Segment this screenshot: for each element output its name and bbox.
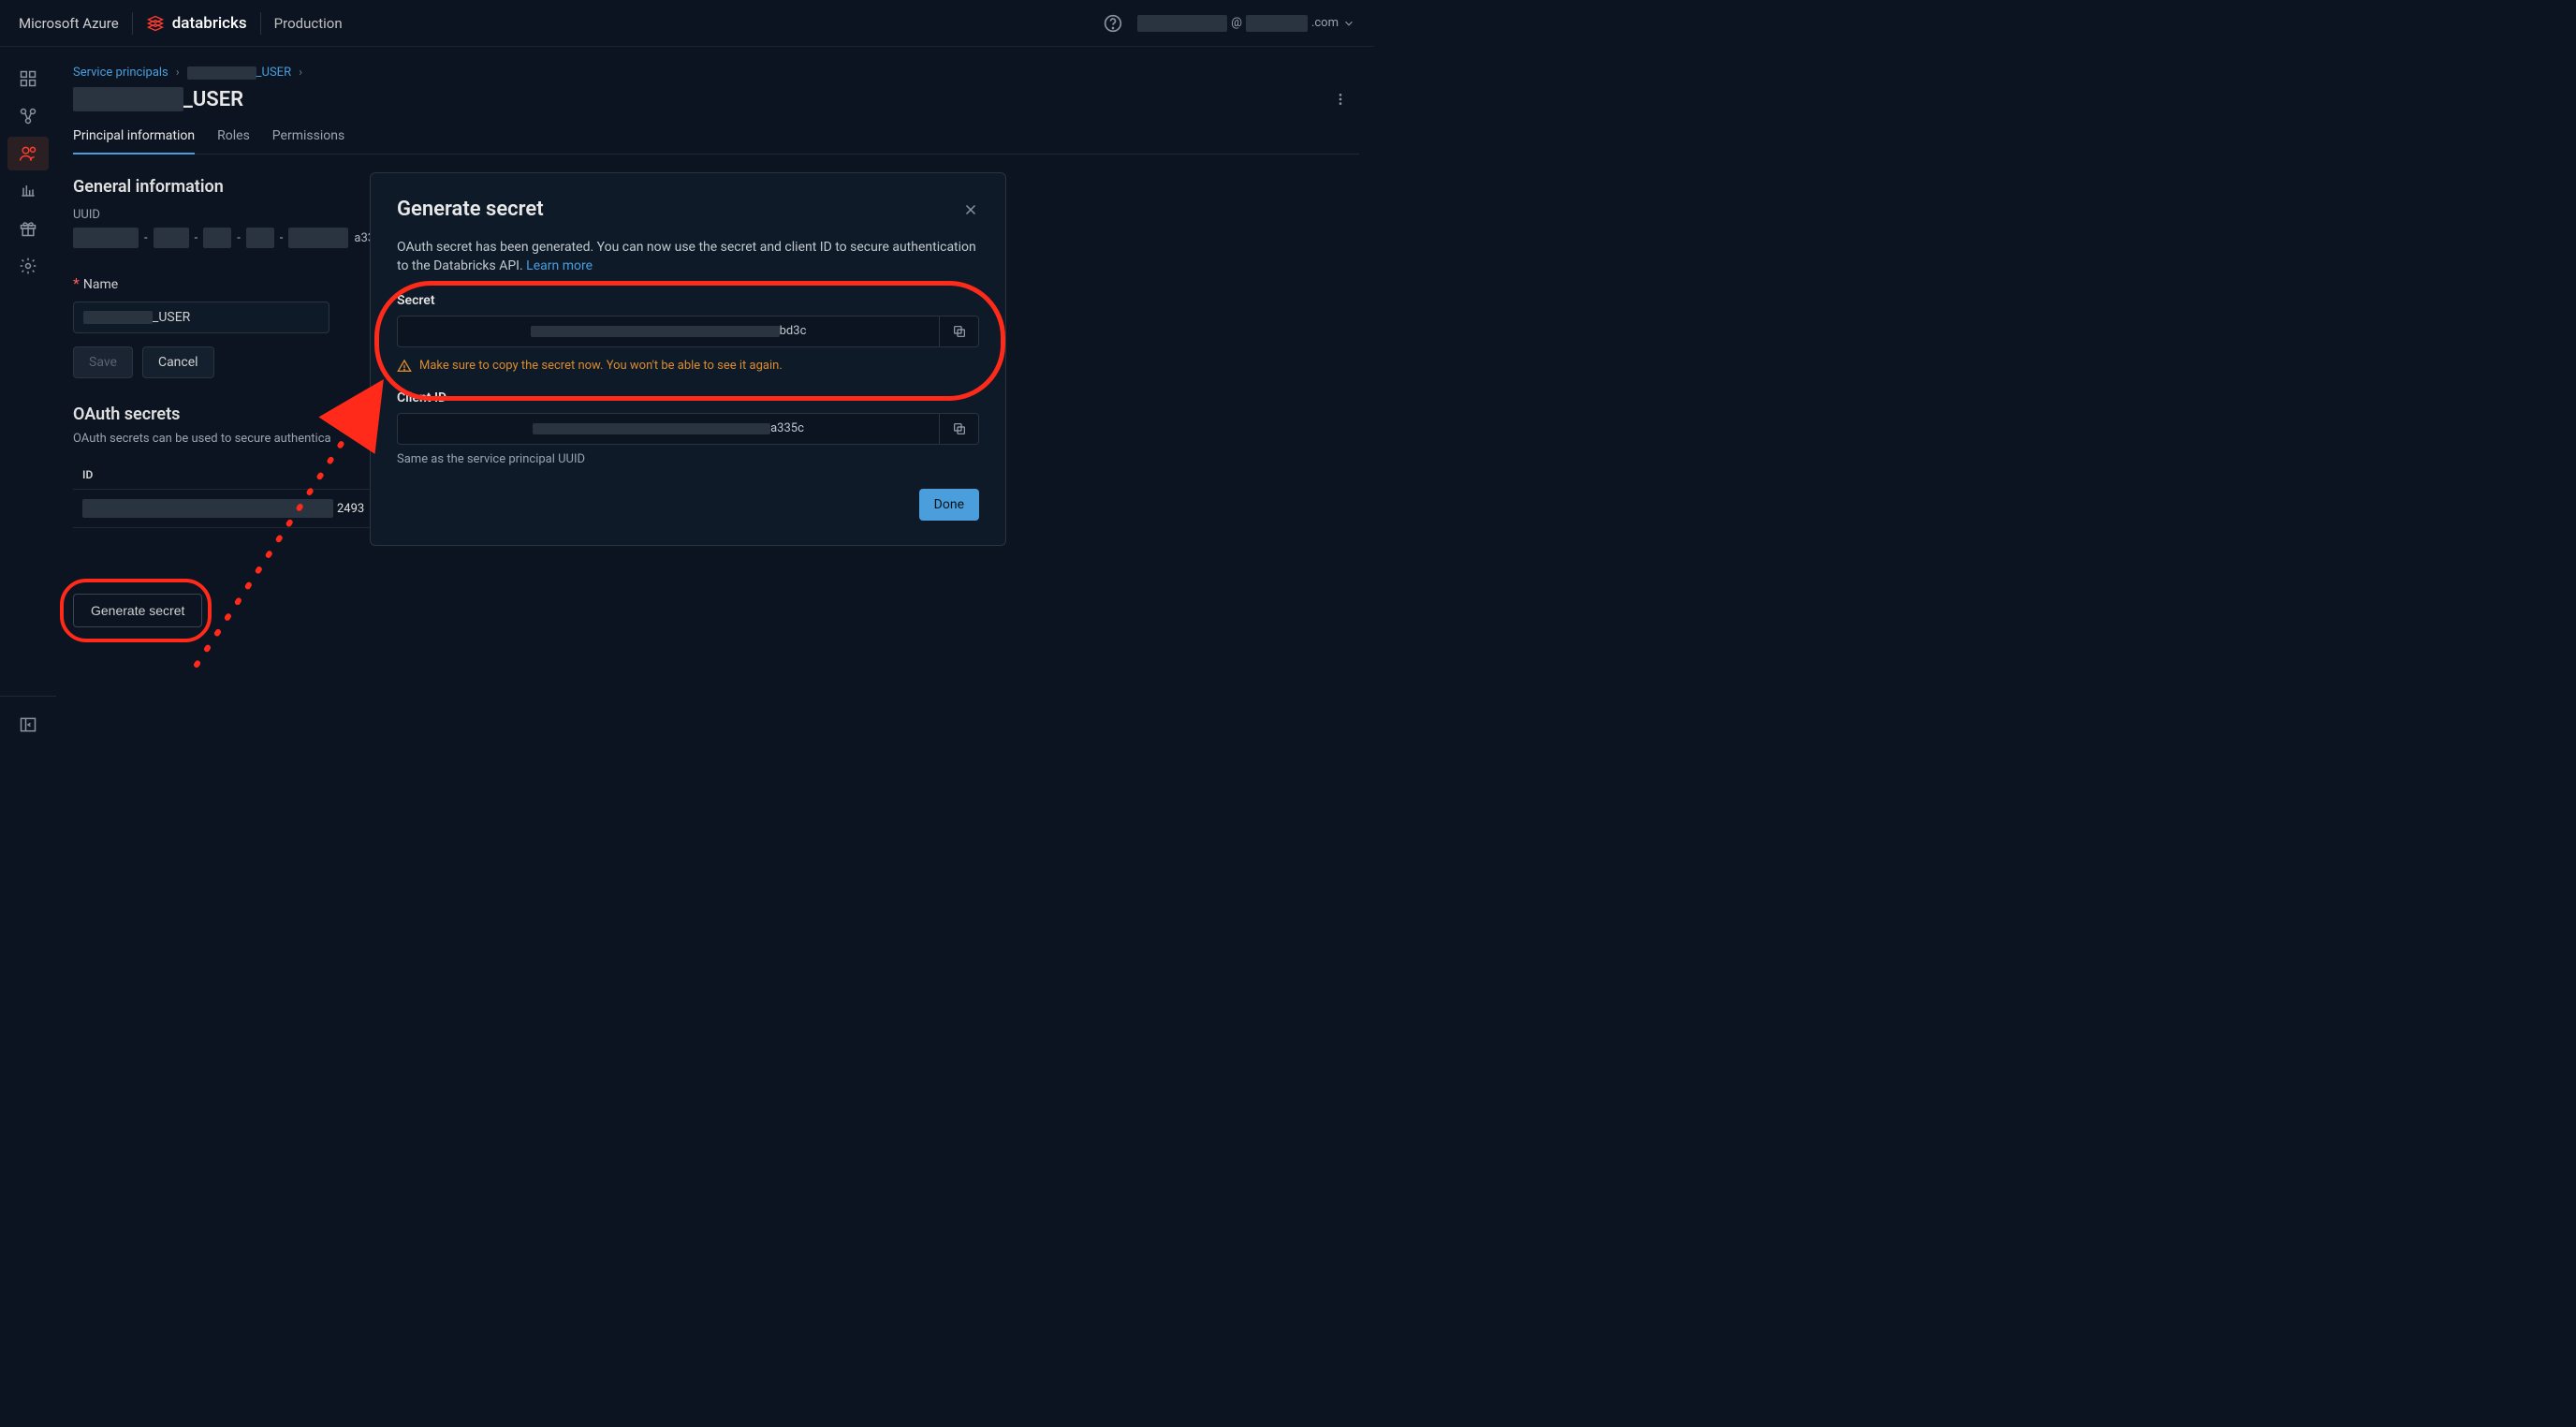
done-button[interactable]: Done [919, 489, 979, 521]
redacted [1137, 15, 1227, 32]
tab-permissions[interactable]: Permissions [272, 121, 344, 154]
copy-client-id-button[interactable] [939, 414, 978, 444]
user-menu[interactable]: @ .com [1137, 15, 1355, 32]
sidebar-item-workspace[interactable] [7, 62, 49, 96]
sidebar-item-groups[interactable] [7, 99, 49, 133]
page-title: _USER [73, 87, 243, 111]
redacted [187, 66, 256, 80]
secret-field: bd3c [397, 316, 979, 347]
tab-principal-information[interactable]: Principal information [73, 121, 195, 154]
redacted [531, 326, 780, 337]
tab-roles[interactable]: Roles [217, 121, 250, 154]
databricks-logo-icon [146, 14, 165, 33]
table-header-id: ID [73, 461, 401, 490]
redacted [203, 228, 231, 248]
redacted [288, 228, 348, 248]
chevron-right-icon: › [176, 66, 180, 80]
breadcrumb-item[interactable]: _USER [187, 66, 291, 80]
client-id-field: a335c [397, 413, 979, 445]
breadcrumb-root[interactable]: Service principals [73, 66, 168, 80]
warning-icon [397, 359, 412, 374]
sidebar [0, 47, 56, 760]
table-row: 2493 [73, 490, 401, 528]
brand-databricks: databricks [146, 14, 247, 33]
secret-label: Secret [397, 293, 979, 308]
redacted [1246, 15, 1308, 32]
generate-secret-modal: Generate secret OAuth secret has been ge… [370, 172, 1006, 546]
brand-microsoft: Microsoft Azure [19, 15, 119, 32]
name-input[interactable]: _USER [73, 302, 329, 333]
redacted [73, 228, 139, 248]
cancel-button[interactable]: Cancel [142, 346, 214, 378]
sidebar-item-ml[interactable] [7, 174, 49, 208]
chevron-right-icon: › [299, 66, 302, 80]
learn-more-link[interactable]: Learn more [526, 258, 593, 273]
chevron-down-icon [1342, 17, 1355, 30]
generate-secret-button[interactable]: Generate secret [73, 594, 202, 627]
client-id-label: Client ID [397, 390, 979, 405]
breadcrumb: Service principals › _USER › [73, 66, 1374, 80]
kebab-menu-icon[interactable] [1333, 92, 1348, 107]
redacted [246, 228, 274, 248]
client-id-hint: Same as the service principal UUID [397, 452, 979, 466]
redacted [154, 228, 189, 248]
topbar: Microsoft Azure databricks Production @ … [0, 0, 1374, 47]
redacted [533, 423, 770, 434]
redacted [82, 499, 333, 518]
divider [260, 12, 261, 35]
environment-label: Production [274, 15, 343, 32]
sidebar-item-gift[interactable] [7, 212, 49, 245]
tabs: Principal information Roles Permissions [73, 121, 1359, 154]
help-icon[interactable] [1104, 14, 1122, 33]
sidebar-item-users[interactable] [7, 137, 49, 170]
modal-body: OAuth secret has been generated. You can… [397, 238, 979, 276]
close-icon[interactable] [962, 201, 979, 218]
redacted [73, 87, 183, 111]
secret-warning: Make sure to copy the secret now. You wo… [397, 359, 979, 374]
sidebar-item-settings[interactable] [7, 249, 49, 283]
oauth-table: ID 2493 [73, 461, 401, 528]
modal-title: Generate secret [397, 198, 544, 221]
sidebar-collapse[interactable] [7, 708, 49, 742]
name-label: *Name [73, 274, 118, 292]
copy-secret-button[interactable] [939, 316, 978, 346]
divider [132, 12, 133, 35]
save-button[interactable]: Save [73, 346, 133, 378]
redacted [83, 311, 153, 324]
